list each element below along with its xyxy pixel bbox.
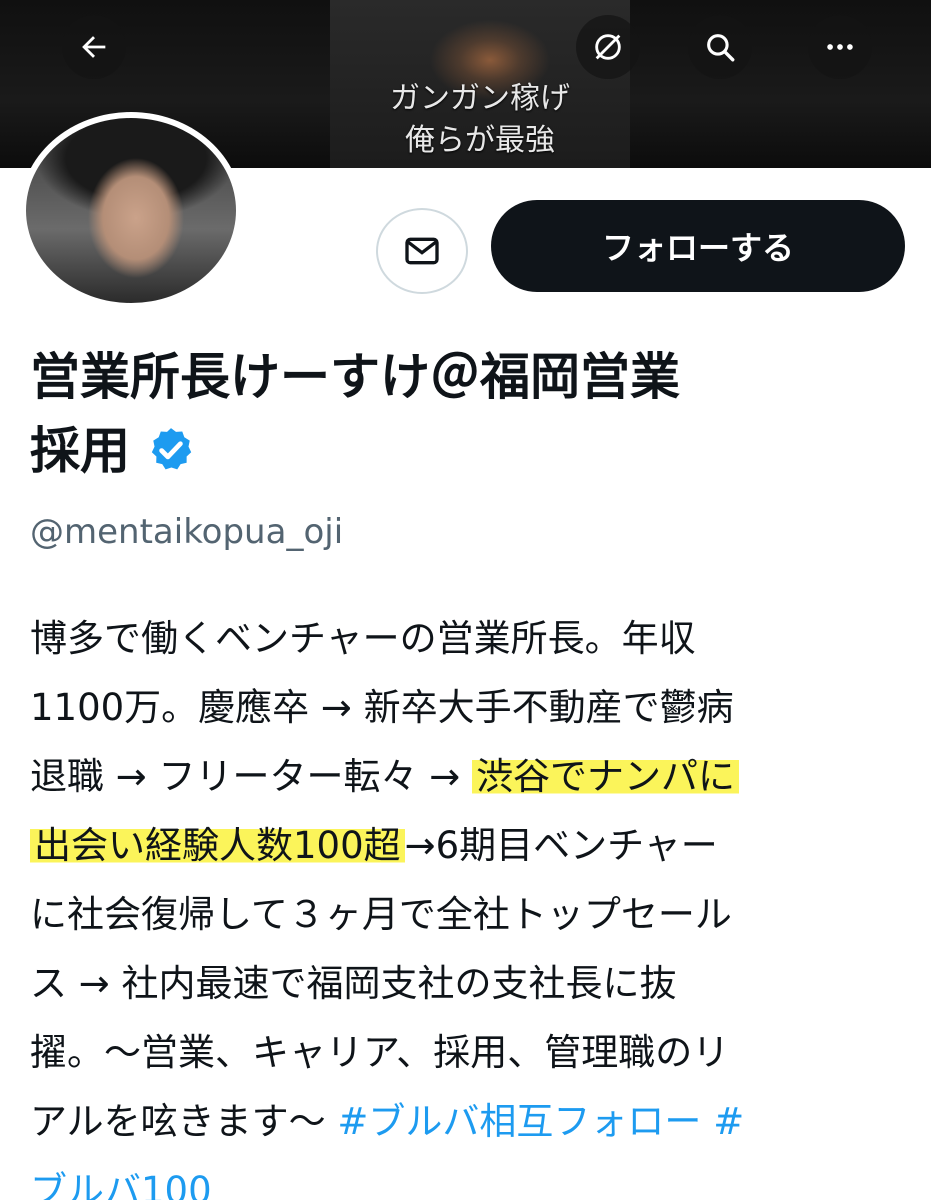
display-name: 営業所長けーすけ＠福岡営業 採用 (30, 340, 910, 488)
envelope-icon (405, 237, 439, 265)
translate-icon (595, 34, 621, 60)
more-icon (827, 44, 853, 50)
display-name-line2: 採用 (30, 422, 130, 480)
verified-badge-icon[interactable] (146, 425, 196, 475)
bio-line: ス → 社内最速で福岡支社の支社長に抜 (30, 962, 677, 1005)
bio-line: 退職 → フリーター転々 → 渋谷でナンパに (30, 742, 910, 811)
bio-highlight: 出会い経験人数100超 (30, 824, 405, 867)
banner-caption: ガンガン稼げ 俺らが最強 (330, 78, 630, 162)
bio-line: 擢。〜営業、キャリア、採用、管理職のリ (30, 1031, 730, 1074)
bio-text: アルを呟きます〜 (30, 1100, 338, 1143)
bio-line: 1100万。慶應卒 → 新卒大手不動産で鬱病 (30, 686, 734, 729)
bio-text: 退職 → フリーター転々 → (30, 755, 473, 798)
bio-line: 出会い経験人数100超 →6期目ベンチャー (30, 811, 910, 880)
bio-line: ブルバ100 (30, 1156, 910, 1200)
bio-line: アルを呟きます〜 #ブルバ相互フォロー # (30, 1087, 910, 1156)
bio-highlight: 渋谷でナンパに (472, 755, 740, 798)
bio-text: →6期目ベンチャー (404, 824, 718, 867)
more-button[interactable] (808, 15, 872, 79)
profile-page: ガンガン稼げ 俺らが最強 フォローする 営業所長けーすけ＠福岡営業 採用 @me… (0, 0, 931, 1200)
avatar-frame[interactable] (20, 112, 242, 309)
banner-caption-line2: 俺らが最強 (405, 123, 555, 158)
bio-line: 博多で働くベンチャーの営業所長。年収 (30, 617, 696, 660)
hashtag-link[interactable]: ブルバ100 (30, 1169, 212, 1200)
search-button[interactable] (688, 15, 752, 79)
banner-caption-line1: ガンガン稼げ (390, 81, 570, 116)
bio: 博多で働くベンチャーの営業所長。年収 1100万。慶應卒 → 新卒大手不動産で鬱… (30, 604, 910, 1200)
back-button[interactable] (62, 15, 126, 79)
hashtag-link[interactable]: #ブルバ相互フォロー (337, 1100, 701, 1143)
hashtag-link[interactable]: # (713, 1100, 744, 1143)
bio-line: に社会復帰して３ヶ月で全社トップセール (30, 893, 732, 936)
user-handle: @mentaikopua_oji (30, 512, 344, 552)
translate-button[interactable] (576, 15, 640, 79)
back-arrow-icon (82, 36, 106, 58)
avatar (26, 118, 236, 303)
display-name-line1: 営業所長けーすけ＠福岡営業 (30, 348, 680, 406)
search-icon (707, 34, 735, 62)
message-button[interactable] (376, 208, 468, 294)
follow-button[interactable]: フォローする (491, 200, 905, 292)
